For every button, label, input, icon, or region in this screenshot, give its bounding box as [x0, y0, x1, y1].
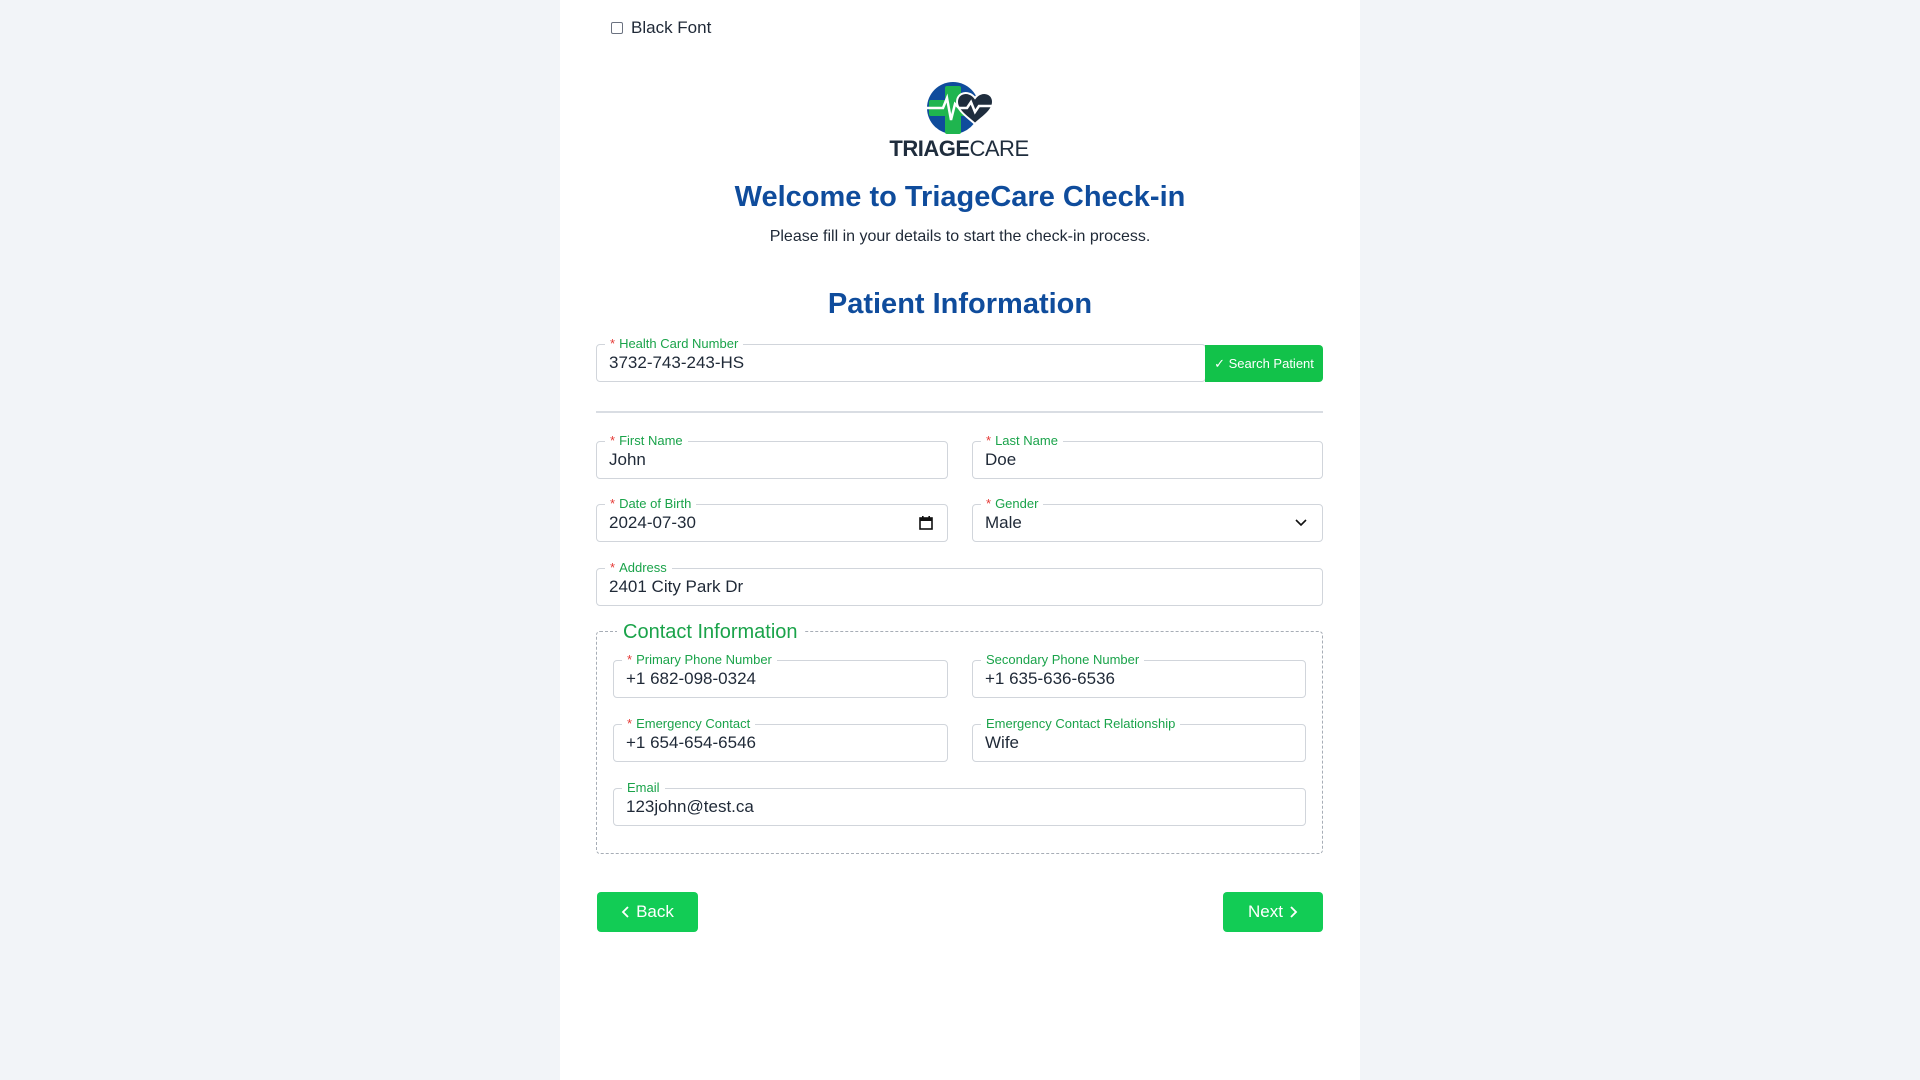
chevron-down-icon	[1295, 519, 1307, 527]
date-of-birth-field[interactable]: * Date of Birth 2024-07-30	[596, 496, 948, 542]
email-field[interactable]: Email 123john@test.ca	[613, 780, 1306, 826]
emergency-contact-value: +1 654-654-6546	[626, 733, 756, 752]
chevron-right-icon	[1290, 906, 1298, 918]
emergency-relationship-field[interactable]: Emergency Contact Relationship Wife	[972, 716, 1306, 762]
triagecare-logo: TRIAGECARE	[889, 80, 1029, 161]
primary-phone-field[interactable]: * Primary Phone Number +1 682-098-0324	[613, 652, 948, 698]
gender-select[interactable]: * Gender Male	[972, 496, 1323, 542]
address-value: 2401 City Park Dr	[609, 577, 744, 596]
gender-value: Male	[985, 513, 1022, 532]
medical-cross-heart-icon	[925, 82, 995, 134]
secondary-phone-field[interactable]: Secondary Phone Number +1 635-636-6536	[972, 652, 1306, 698]
back-button[interactable]: Back	[597, 892, 698, 932]
primary-phone-value: +1 682-098-0324	[626, 669, 756, 688]
search-patient-button[interactable]: ✓ Search Patient	[1205, 345, 1323, 382]
health-card-value: 3732-743-243-HS	[609, 353, 745, 372]
page-title: Welcome to TriageCare Check-in	[734, 181, 1186, 213]
dob-value: 2024-07-30	[609, 513, 696, 532]
emergency-contact-field[interactable]: * Emergency Contact +1 654-654-6546	[613, 716, 948, 762]
black-font-label: Black Font	[631, 18, 712, 37]
last-name-value: Doe	[985, 450, 1017, 469]
logo-wordmark: TRIAGECARE	[889, 136, 1029, 161]
page-subtitle: Please fill in your details to start the…	[769, 228, 1151, 245]
contact-information-legend: Contact Information	[617, 618, 804, 646]
health-card-field[interactable]: * Health Card Number 3732-743-243-HS	[596, 336, 1206, 382]
black-font-checkbox[interactable]	[611, 22, 623, 34]
emergency-relationship-value: Wife	[985, 733, 1019, 752]
email-value: 123john@test.ca	[626, 797, 754, 816]
next-button[interactable]: Next	[1223, 892, 1323, 932]
first-name-field[interactable]: * First Name John	[596, 433, 948, 479]
last-name-field[interactable]: * Last Name Doe	[972, 433, 1323, 479]
black-font-toggle[interactable]: Black Font	[611, 18, 711, 38]
address-field[interactable]: * Address 2401 City Park Dr	[596, 560, 1323, 606]
secondary-phone-value: +1 635-636-6536	[985, 669, 1115, 688]
divider	[596, 411, 1323, 413]
back-label: Back	[636, 902, 674, 921]
chevron-left-icon	[621, 906, 629, 918]
next-label: Next	[1248, 902, 1283, 921]
calendar-icon[interactable]	[919, 516, 933, 530]
section-title: Patient Information	[827, 288, 1093, 320]
first-name-value: John	[609, 450, 646, 469]
